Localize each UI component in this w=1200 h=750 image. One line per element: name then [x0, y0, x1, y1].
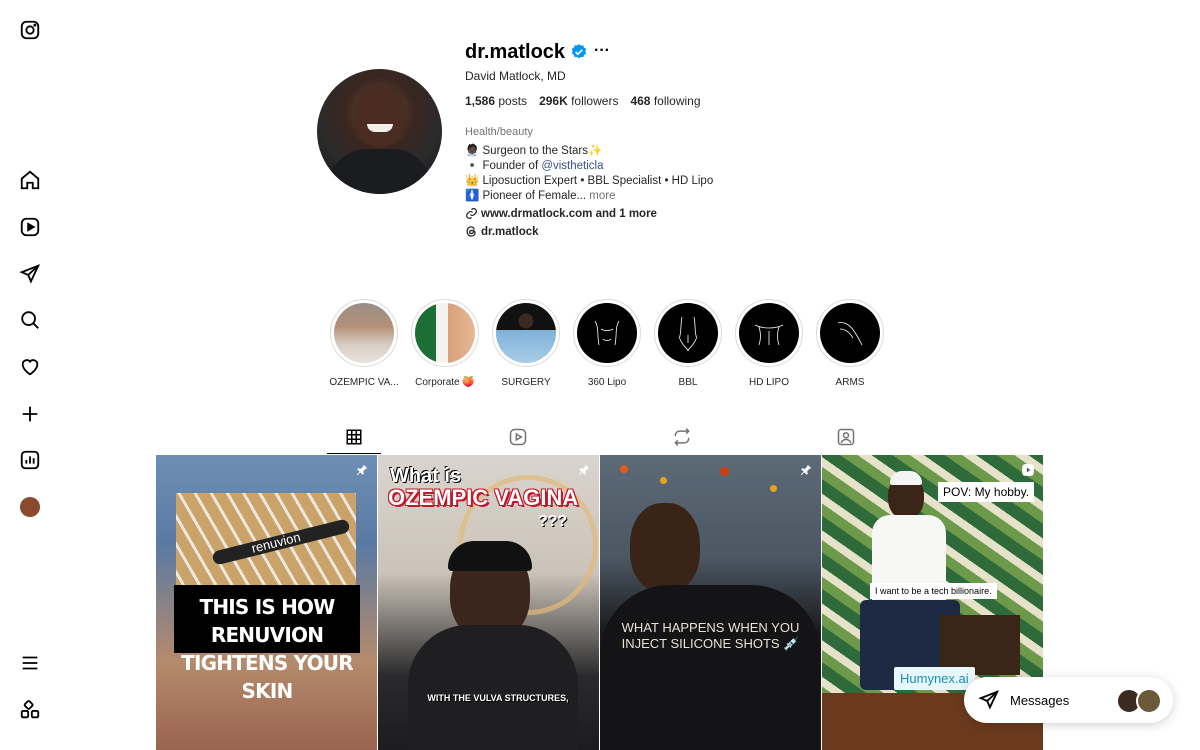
repost-icon	[674, 427, 690, 446]
profile-stats: 1,586 posts 296K followers 468 following	[465, 94, 701, 108]
home-icon[interactable]	[18, 168, 42, 192]
more-apps-icon[interactable]	[18, 698, 42, 722]
post-text-bubble: POV: My hobby.	[938, 482, 1035, 502]
bio-line: 🚺 Pioneer of Female... more	[465, 190, 616, 202]
profile-avatar-icon[interactable]	[18, 495, 42, 519]
category-label: Health/beauty	[465, 126, 533, 138]
profile-tabs	[156, 420, 1043, 454]
highlight-surgery[interactable]: SURGERY	[491, 299, 561, 388]
reels-icon[interactable]	[18, 215, 42, 239]
messages-icon	[978, 690, 1000, 710]
post-caption-headline: OZEMPIC VAGINA	[388, 485, 579, 510]
create-icon[interactable]	[18, 402, 42, 426]
post-text-bubble: I want to be a tech billionaire.	[870, 583, 997, 599]
link-icon	[466, 208, 477, 219]
highlight-ozempic[interactable]: OZEMPIC VA...	[329, 299, 399, 388]
pin-icon	[578, 464, 590, 476]
highlight-corporate[interactable]: Corporate 🍑	[410, 299, 480, 388]
threads-link[interactable]: dr.matlock	[465, 225, 539, 238]
highlight-hd-lipo[interactable]: HD LIPO	[734, 299, 804, 388]
post-tile[interactable]: What is OZEMPIC VAGINA ??? WITH THE VULV…	[378, 455, 599, 750]
pin-icon	[800, 464, 812, 476]
followers-link[interactable]: 296K followers	[539, 94, 618, 108]
body-outline-icon	[594, 320, 620, 346]
post-subtitle: WITH THE VULVA STRUCTURES,	[427, 693, 569, 703]
bio: 🧑🏿‍⚕️ Surgeon to the Stars✨ ▪️ Founder o…	[465, 144, 713, 204]
tagged-icon	[837, 428, 855, 445]
following-link[interactable]: 468 following	[630, 94, 700, 108]
profile-picture[interactable]	[317, 69, 442, 194]
highlight-360-lipo[interactable]: 360 Lipo	[572, 299, 642, 388]
heart-icon[interactable]	[18, 355, 42, 379]
posts-grid: renuvion THIS IS HOW RENUVION TIGHTENS Y…	[156, 455, 1043, 750]
bio-line: 🧑🏿‍⚕️ Surgeon to the Stars✨	[465, 145, 603, 157]
grid-icon	[346, 429, 362, 444]
arm-outline-icon	[837, 322, 863, 346]
post-caption: THIS IS HOW RENUVION TIGHTENS YOUR SKIN	[181, 595, 353, 703]
sidebar	[0, 0, 60, 750]
reel-indicator-icon	[1022, 464, 1034, 476]
full-name: David Matlock, MD	[465, 69, 566, 83]
mention-link[interactable]: @vistheticla	[541, 160, 603, 172]
bio-line: 👑 Liposuction Expert • BBL Specialist • …	[465, 175, 714, 187]
explore-icon[interactable]	[18, 262, 42, 286]
tab-reels[interactable]	[491, 420, 545, 453]
username: dr.matlock	[465, 41, 566, 63]
post-caption: WHAT HAPPENS WHEN YOU INJECT SILICONE SH…	[621, 620, 800, 651]
instagram-logo-icon[interactable]	[18, 18, 42, 42]
dashboard-icon[interactable]	[18, 448, 42, 472]
highlight-arms[interactable]: ARMS	[815, 299, 885, 388]
conversation-avatar	[1136, 688, 1162, 714]
menu-icon[interactable]	[18, 651, 42, 675]
pin-icon	[356, 464, 368, 476]
body-outline-icon	[678, 316, 698, 352]
search-icon[interactable]	[18, 308, 42, 332]
bio-line: ▪️ Founder of @vistheticla	[465, 160, 604, 172]
post-tile[interactable]: renuvion THIS IS HOW RENUVION TIGHTENS Y…	[156, 455, 377, 750]
verified-badge-icon	[571, 44, 587, 59]
post-tile[interactable]: WHAT HAPPENS WHEN YOU INJECT SILICONE SH…	[600, 455, 821, 750]
threads-icon	[466, 226, 476, 237]
highlight-bbl[interactable]: BBL	[653, 299, 723, 388]
reels-icon	[509, 428, 527, 445]
messages-label: Messages	[1010, 692, 1070, 708]
tab-posts-grid[interactable]	[327, 420, 381, 454]
body-outline-icon	[754, 324, 784, 346]
post-caption-marks: ???	[538, 513, 568, 530]
messages-button[interactable]: Messages	[964, 677, 1173, 723]
bio-more-link[interactable]: more	[589, 190, 615, 202]
tab-reposts[interactable]	[655, 420, 709, 453]
post-tag: Humynex.ai	[894, 667, 975, 690]
posts-count: 1,586 posts	[465, 94, 528, 108]
tab-tagged[interactable]	[819, 420, 873, 453]
more-options-button[interactable]: ···	[594, 42, 610, 60]
external-link[interactable]: www.drmatlock.com and 1 more	[465, 207, 657, 220]
